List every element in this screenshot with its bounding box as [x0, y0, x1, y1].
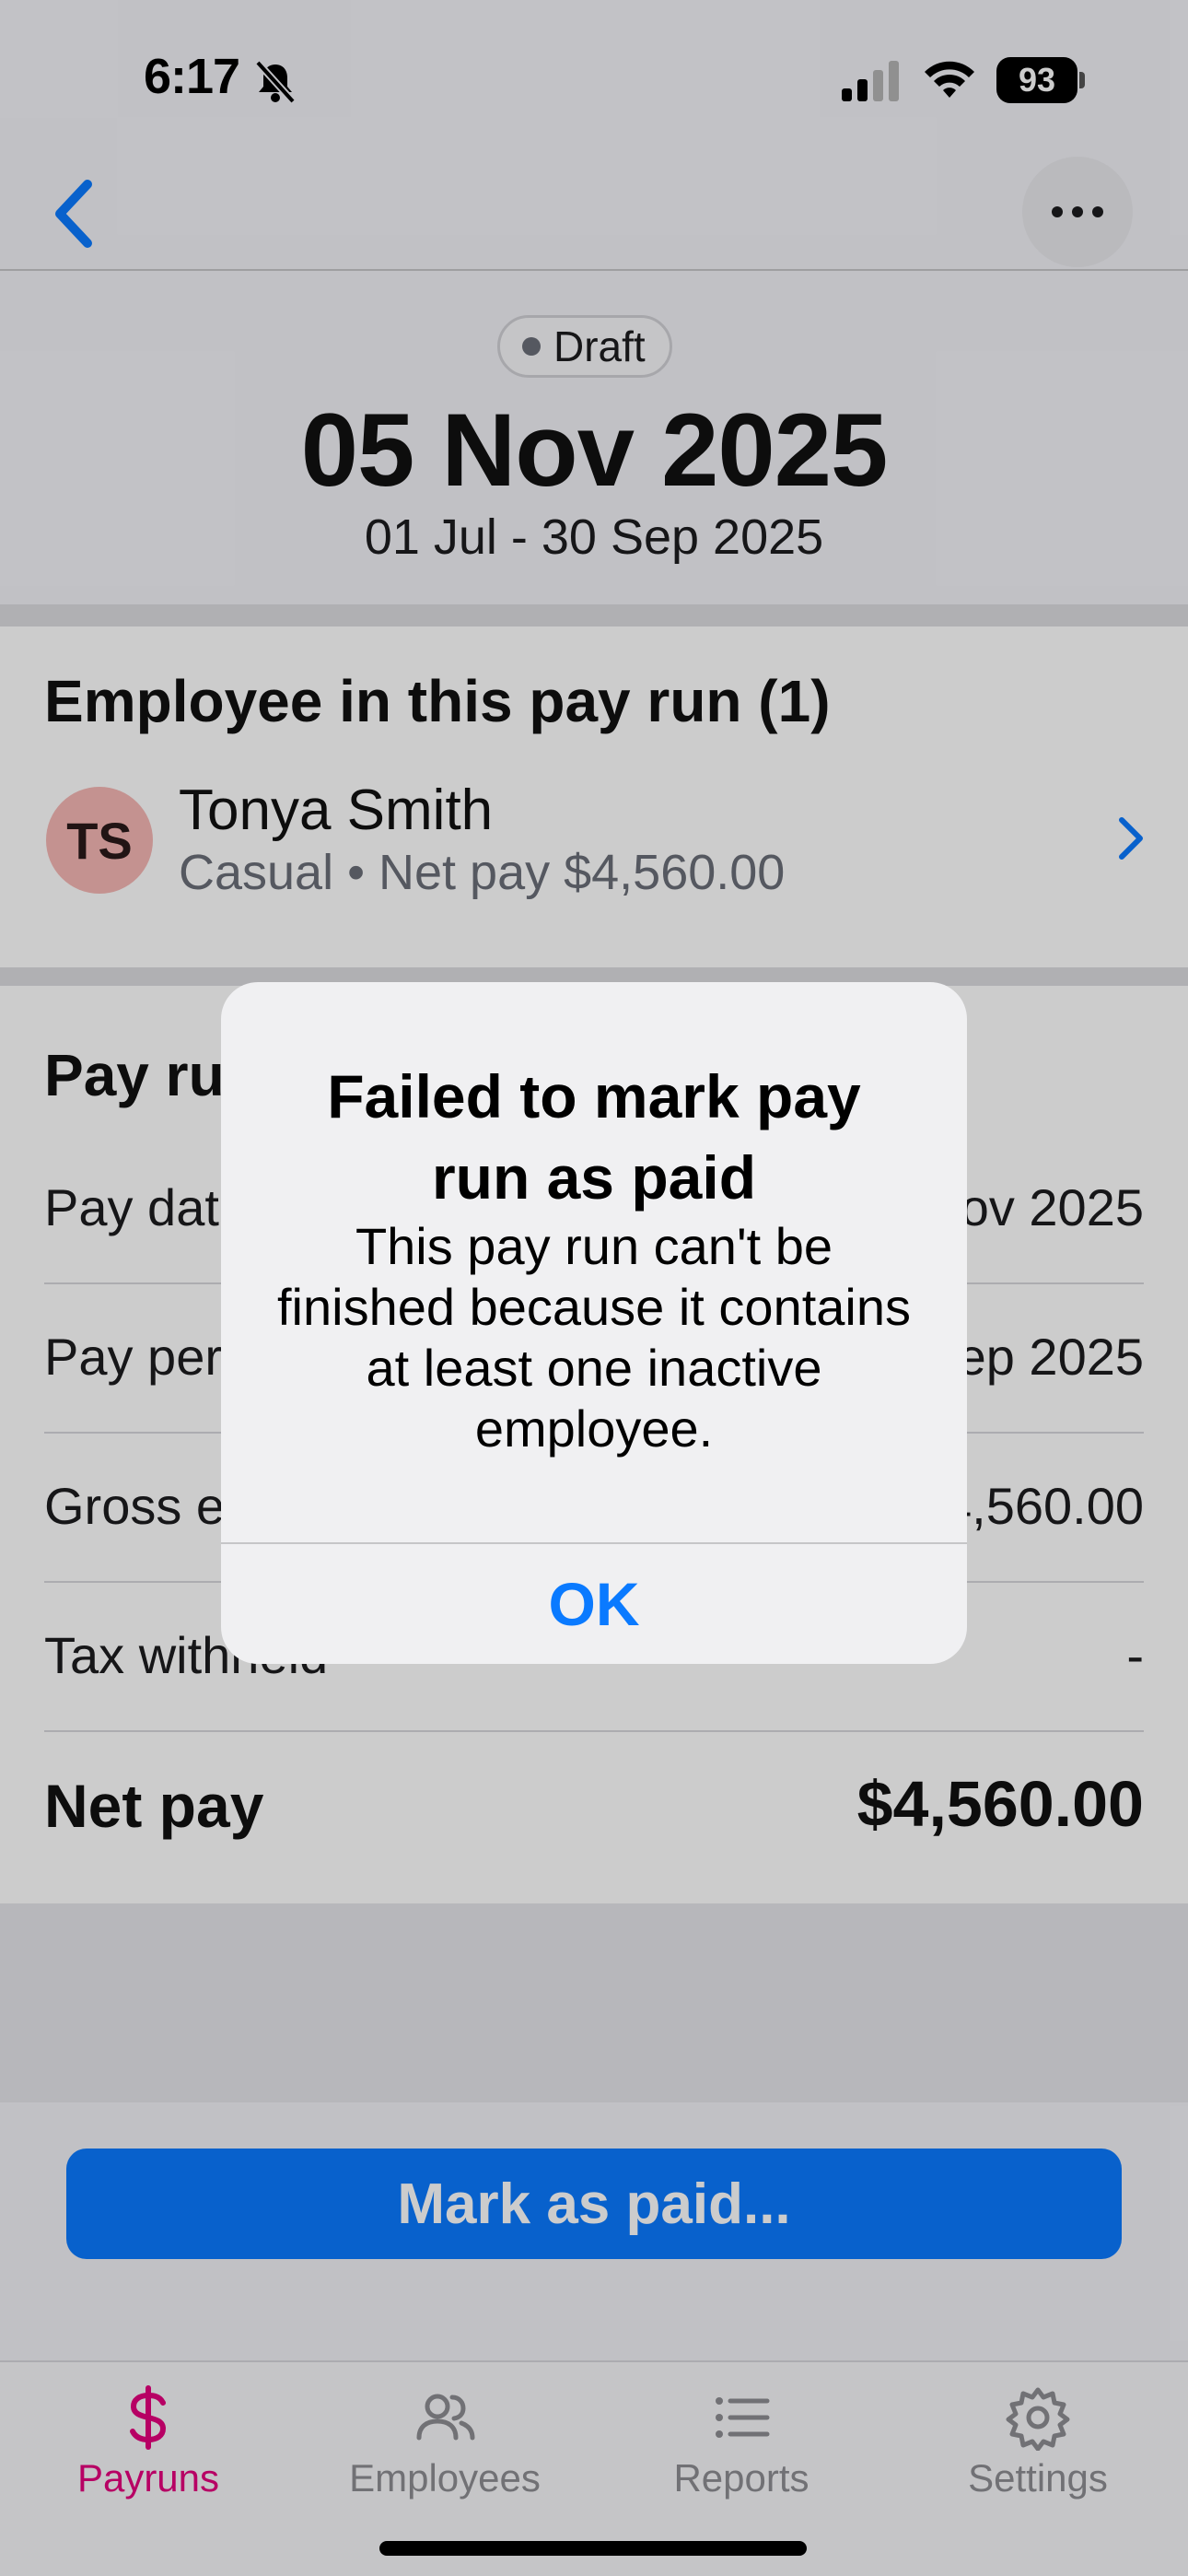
home-indicator[interactable]	[379, 2541, 807, 2556]
payrun-detail-screen: 6:17 93 Draft 05 Nov 2025 01 Jul - 30 Se…	[0, 0, 1188, 2576]
error-alert-dialog: Failed to mark pay run as paid This pay …	[221, 982, 967, 1664]
alert-title: Failed to mark pay run as paid	[327, 1062, 861, 1212]
alert-ok-button[interactable]: OK	[221, 1544, 967, 1664]
alert-message: This pay run can't be finished because i…	[277, 1217, 911, 1458]
